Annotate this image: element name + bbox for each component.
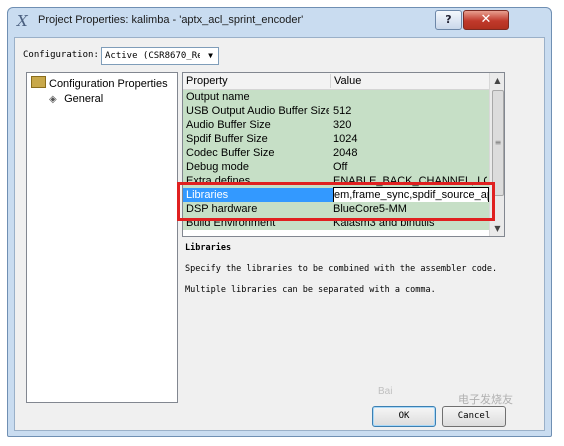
- watermark: 电子发烧友: [458, 394, 513, 406]
- property-name: Output name: [186, 91, 250, 103]
- scroll-thumb[interactable]: ≡: [492, 90, 504, 196]
- property-name: Libraries: [186, 189, 229, 201]
- configuration-label: Configuration:: [23, 50, 99, 60]
- property-value[interactable]: Kalasm3 and binutils: [333, 216, 487, 230]
- property-row[interactable]: Extra defines ENABLE_BACK_CHANNEL, LO...: [183, 174, 489, 188]
- column-header-property[interactable]: Property: [186, 75, 228, 87]
- property-value[interactable]: 2048: [333, 146, 487, 160]
- close-button[interactable]: ✕: [463, 10, 509, 30]
- gear-icon: ◈: [49, 94, 57, 105]
- description-text: Specify the libraries to be combined wit…: [185, 264, 498, 274]
- property-name: USB Output Audio Buffer Size: [186, 105, 329, 117]
- watermark: Bai: [378, 386, 393, 397]
- title-bar[interactable]: X Project Properties: kalimba - 'aptx_ac…: [8, 8, 551, 36]
- settings-tree: Configuration Properties ◈ General: [26, 72, 178, 403]
- configuration-dropdown[interactable]: Active (CSR8670_Rele ▼: [101, 47, 219, 65]
- ok-button[interactable]: OK: [372, 406, 436, 427]
- property-name: Debug mode: [186, 161, 249, 173]
- property-row[interactable]: Codec Buffer Size 2048: [183, 146, 489, 160]
- property-grid: Property Value Output name USB Output Au…: [182, 72, 505, 237]
- tree-item-general[interactable]: ◈ General: [49, 93, 103, 105]
- property-value[interactable]: BlueCore5-MM: [333, 202, 487, 216]
- property-name: Build Environment: [186, 217, 276, 229]
- vertical-scrollbar[interactable]: ▲ ≡ ▼: [489, 73, 504, 236]
- property-name: Audio Buffer Size: [186, 119, 271, 131]
- chevron-down-icon[interactable]: ▼: [204, 49, 217, 63]
- property-value[interactable]: 1024: [333, 132, 487, 146]
- property-name: DSP hardware: [186, 203, 258, 215]
- cancel-button[interactable]: Cancel: [442, 406, 506, 427]
- grid-header: Property Value: [183, 73, 489, 90]
- property-row[interactable]: Spdif Buffer Size 1024: [183, 132, 489, 146]
- window-title: Project Properties: kalimba - 'aptx_acl_…: [38, 14, 304, 26]
- property-name: Codec Buffer Size: [186, 147, 275, 159]
- dialog-body: Configuration: Active (CSR8670_Rele ▼ Co…: [14, 37, 545, 431]
- property-row-selected[interactable]: Libraries em,frame_sync,spdif_source_app: [183, 187, 489, 203]
- app-icon: X: [17, 12, 28, 30]
- description-text: Multiple libraries can be separated with…: [185, 285, 436, 295]
- property-description: Libraries Specify the libraries to be co…: [182, 239, 503, 399]
- property-row[interactable]: DSP hardware BlueCore5-MM: [183, 202, 489, 216]
- property-value[interactable]: 320: [333, 118, 487, 132]
- tree-item-label: General: [64, 93, 104, 105]
- tree-item-label: Configuration Properties: [49, 78, 168, 90]
- column-header-value[interactable]: Value: [334, 75, 361, 87]
- column-divider[interactable]: [330, 74, 331, 88]
- scroll-up-icon[interactable]: ▲: [490, 73, 504, 88]
- property-value[interactable]: ENABLE_BACK_CHANNEL, LO...: [333, 174, 487, 188]
- property-row[interactable]: Debug mode Off: [183, 160, 489, 174]
- dialog-window: X Project Properties: kalimba - 'aptx_ac…: [7, 7, 552, 437]
- property-name: Spdif Buffer Size: [186, 133, 268, 145]
- property-row[interactable]: Output name: [183, 90, 489, 104]
- folder-icon: [31, 76, 46, 88]
- libraries-value-input[interactable]: em,frame_sync,spdif_source_app: [333, 187, 489, 203]
- scroll-down-icon[interactable]: ▼: [490, 221, 504, 236]
- configuration-selected: Active (CSR8670_Rele: [105, 51, 200, 61]
- property-row[interactable]: USB Output Audio Buffer Size 512: [183, 104, 489, 118]
- help-button[interactable]: ?: [435, 10, 462, 30]
- property-value[interactable]: 512: [333, 104, 487, 118]
- property-name: Extra defines: [186, 175, 251, 187]
- tree-item-configuration-properties[interactable]: Configuration Properties: [31, 76, 168, 90]
- property-row[interactable]: Audio Buffer Size 320: [183, 118, 489, 132]
- property-value[interactable]: Off: [333, 160, 487, 174]
- description-title: Libraries: [185, 243, 232, 253]
- property-row[interactable]: Build Environment Kalasm3 and binutils: [183, 216, 489, 230]
